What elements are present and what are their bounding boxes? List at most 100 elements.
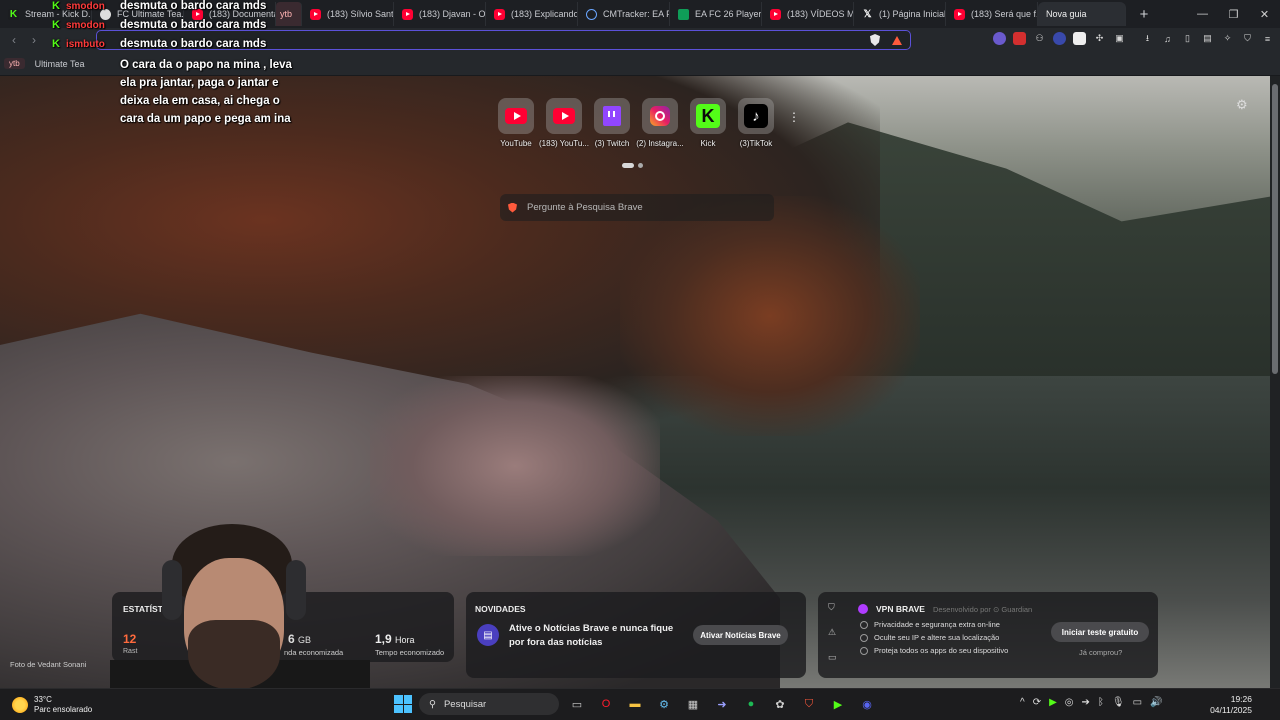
clock[interactable]: 19:26 04/11/2025 xyxy=(1204,694,1252,716)
vpn-widget: ⛉ ⚠ ▭ VPN BRAVE Desenvolvido por ⊙ Guard… xyxy=(818,592,1158,678)
shortcut-label: (3)TikTok xyxy=(739,139,773,148)
extension-icon[interactable] xyxy=(1053,32,1066,45)
brave-rewards-icon[interactable] xyxy=(892,35,902,45)
shortcut-youtube-183[interactable]: (183) YouTu... xyxy=(539,98,589,148)
shortcut-label: YouTube xyxy=(500,139,532,148)
tab-youtube-djavan[interactable]: (183) Djavan - O... xyxy=(394,2,486,26)
wallet-icon[interactable]: ▣ xyxy=(1113,32,1126,45)
chevron-up-icon[interactable]: ^ xyxy=(1020,697,1025,708)
music-icon[interactable]: ♫ xyxy=(1161,32,1174,45)
tab-youtube-videos[interactable]: (183) VÍDEOS M... xyxy=(762,2,854,26)
gamepad-icon[interactable]: ⚇ xyxy=(1033,32,1046,45)
start-trial-button[interactable]: Iniciar teste gratuito xyxy=(1051,622,1149,642)
wallet-icon[interactable]: ▤ xyxy=(1201,32,1214,45)
gear-icon[interactable]: ⚙ xyxy=(1236,97,1248,113)
app-icon[interactable]: ➜ xyxy=(711,693,733,715)
spotify-icon[interactable]: ● xyxy=(740,693,762,715)
extension-icon[interactable] xyxy=(993,32,1006,45)
page-dot[interactable] xyxy=(638,163,643,168)
volume-icon[interactable]: 🔊 xyxy=(1150,697,1162,708)
new-tab-button[interactable]: + xyxy=(1134,6,1154,23)
taskbar-search[interactable]: ⚲ Pesquisar xyxy=(419,693,559,715)
photo-credit[interactable]: Foto de Vedant Sonani xyxy=(10,660,86,669)
shortcut-twitch[interactable]: (3) Twitch xyxy=(592,98,632,148)
enable-news-button[interactable]: Ativar Notícias Brave xyxy=(693,625,788,645)
extension-icon[interactable] xyxy=(1073,32,1086,45)
restore-button[interactable]: ❐ xyxy=(1218,0,1249,28)
task-view-icon[interactable]: ▭ xyxy=(566,693,588,715)
search-box[interactable]: Pergunte à Pesquisa Brave xyxy=(500,194,774,221)
shortcut-kick[interactable]: K Kick xyxy=(688,98,728,148)
system-tray: ^ ⟳ ▶ ◎ ➔ ᛒ 🎙 ▭ 🔊 xyxy=(1020,697,1163,708)
menu-icon[interactable]: ≡ xyxy=(1261,32,1274,45)
news-icon: ▤ xyxy=(477,624,499,646)
app-icon[interactable]: ▦ xyxy=(682,693,704,715)
app-tray-icon[interactable]: ◎ xyxy=(1065,697,1074,708)
vpn-feature: Proteja todos os apps do seu dispositivo xyxy=(860,646,1008,655)
tab-youtube-sera[interactable]: (183) Será que f... xyxy=(946,2,1038,26)
folder-icon[interactable]: ▬ xyxy=(624,693,646,715)
minimize-button[interactable]: — xyxy=(1187,0,1218,28)
tab-x-home[interactable]: 𝕏 (1) Página Inicial... xyxy=(854,2,946,26)
media-player-icon[interactable]: ▶ xyxy=(827,693,849,715)
shortcut-page-dots xyxy=(622,163,643,168)
page-dot-active[interactable] xyxy=(622,163,634,168)
youtube-icon xyxy=(553,108,575,124)
kick-icon: K xyxy=(52,19,60,31)
sidebar-icon[interactable]: ▯ xyxy=(1181,32,1194,45)
steam-icon[interactable]: ⚙ xyxy=(653,693,675,715)
youtube-icon xyxy=(494,8,505,20)
vpn-shield-icon[interactable]: ⛉ xyxy=(828,602,837,613)
tab-youtube-explicando[interactable]: (183) Explicando... xyxy=(486,2,578,26)
chat-message: desmuta o bardo cara mds xyxy=(120,19,267,31)
download-icon[interactable]: ⭳ xyxy=(1141,32,1154,45)
scrollbar-thumb[interactable] xyxy=(1272,84,1278,374)
vpn-icon[interactable]: ⛉ xyxy=(1241,32,1254,45)
tab-ea-fc-players[interactable]: EA FC 26 Players... xyxy=(670,2,762,26)
chat-user: Ksmodon xyxy=(52,19,105,31)
shortcut-tiktok[interactable]: ♪ (3)TikTok xyxy=(736,98,776,148)
display-icon[interactable]: ▭ xyxy=(1133,697,1142,708)
sun-icon xyxy=(12,697,28,713)
shortcut-instagram[interactable]: (2) Instagra... xyxy=(636,98,684,148)
shortcut-youtube[interactable]: YouTube xyxy=(496,98,536,148)
scrollbar[interactable] xyxy=(1270,76,1280,688)
microphone-icon[interactable]: 🎙 xyxy=(1112,697,1125,708)
brave-icon[interactable]: ⛉ xyxy=(798,693,820,715)
discord-icon[interactable]: ◉ xyxy=(856,693,878,715)
tab-label: (183) Djavan - O... xyxy=(419,9,486,19)
youtube-icon xyxy=(402,8,413,20)
puzzle-icon[interactable]: ✣ xyxy=(1093,32,1106,45)
bluetooth-icon[interactable]: ᛒ xyxy=(1098,697,1104,708)
tab-cmtracker[interactable]: CMTracker: EA F... xyxy=(578,2,670,26)
close-window-button[interactable]: ✕ xyxy=(1249,0,1280,28)
shortcut-label: (183) YouTu... xyxy=(539,139,589,148)
vpn-icon xyxy=(858,604,868,614)
kick-icon: K xyxy=(696,104,720,128)
chat-message: desmuta o bardo cara mds xyxy=(120,38,267,50)
play-icon[interactable]: ▶ xyxy=(1049,697,1057,708)
weather-widget[interactable]: 33°C Parc ensolarado xyxy=(12,695,92,715)
vpn-feature: Privacidade e segurança extra on-line xyxy=(860,620,1000,629)
brave-shields-icon[interactable] xyxy=(870,34,880,46)
already-purchased-link[interactable]: Já comprou? xyxy=(1079,648,1122,657)
opera-icon[interactable]: O xyxy=(595,693,617,715)
vpn-feature: Oculte seu IP e altere sua localização xyxy=(860,633,999,642)
extension-icon[interactable] xyxy=(1013,32,1026,45)
kick-icon: K xyxy=(52,38,60,50)
twitch-icon xyxy=(603,106,621,126)
chatgpt-icon[interactable]: ✿ xyxy=(769,693,791,715)
windows-start-icon[interactable] xyxy=(394,695,412,713)
warning-icon[interactable]: ⚠ xyxy=(828,627,837,638)
vpn-provider: Desenvolvido por ⊙ Guardian xyxy=(932,604,1033,614)
sync-icon[interactable]: ⟳ xyxy=(1033,697,1041,708)
tab-youtube-silvio[interactable]: (183) Sílvio Sant... xyxy=(302,2,394,26)
media-icon[interactable]: ▭ xyxy=(828,652,837,663)
time-saved-label: Tempo economizado xyxy=(375,648,445,657)
youtube-icon xyxy=(770,8,781,20)
tab-new-tab[interactable]: Nova guia✕ xyxy=(1038,2,1126,26)
search-input[interactable]: Pergunte à Pesquisa Brave xyxy=(527,202,643,213)
more-options-icon[interactable]: ⋮ xyxy=(788,110,800,124)
leo-ai-icon[interactable]: ✧ xyxy=(1221,32,1234,45)
arrow-icon[interactable]: ➔ xyxy=(1082,697,1090,708)
